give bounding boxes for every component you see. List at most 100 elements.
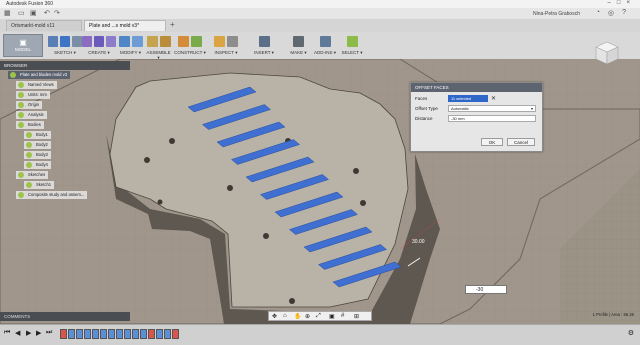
workspace-switcher[interactable]: ▣ MODEL (3, 34, 43, 57)
timeline-feature-icon[interactable] (108, 329, 115, 339)
ribbon-group-label[interactable]: SELECT ▾ (337, 50, 367, 56)
timeline-feature-icon[interactable] (76, 329, 83, 339)
ribbon-tool-icon[interactable] (48, 35, 58, 47)
visibility-icon[interactable] (18, 122, 24, 128)
ribbon-tool-icon[interactable] (319, 35, 331, 47)
visibility-icon[interactable] (18, 102, 24, 108)
browser-item[interactable]: Named Views (16, 81, 57, 89)
timeline-feature-icon[interactable] (148, 329, 155, 339)
browser-item[interactable]: Composite study and assem... (16, 191, 88, 199)
ribbon-tool-icon[interactable] (214, 35, 225, 47)
browser-header[interactable]: BROWSER (0, 61, 130, 70)
zoom-icon[interactable]: ⊕ (305, 313, 310, 320)
app-menu-icon[interactable]: ▦ (4, 9, 11, 17)
timeline-feature-icon[interactable] (132, 329, 139, 339)
ribbon-group-label[interactable]: CONSTRUCT ▾ (172, 50, 208, 56)
ribbon-tool-icon[interactable] (227, 35, 238, 47)
model-view[interactable] (0, 59, 640, 324)
browser-item[interactable]: Body2 (24, 141, 51, 149)
viewports-icon[interactable]: ⊞ (354, 313, 359, 320)
tab-plate-and-blades[interactable]: Plate and ...s mold v3* (84, 20, 166, 31)
visibility-icon[interactable] (10, 72, 16, 78)
browser-item[interactable]: Bodies (16, 121, 44, 129)
tab-ortsmarkt[interactable]: Ortsmarkt-mold v11 (6, 20, 82, 31)
ribbon-tool-icon[interactable] (191, 35, 202, 47)
undo-icon[interactable]: ↶ (44, 9, 50, 17)
timeline-feature-icon[interactable] (140, 329, 147, 339)
ribbon-group-create[interactable]: CREATE ▾ (82, 34, 116, 57)
ribbon-group-label[interactable]: SKETCH ▾ (48, 50, 82, 56)
timeline-feature-icon[interactable] (156, 329, 163, 339)
timeline-play-icon[interactable]: ▶ (26, 329, 31, 337)
visibility-icon[interactable] (26, 132, 32, 138)
ribbon-tool-icon[interactable] (118, 35, 130, 47)
ribbon-group-modify[interactable]: MODIFY ▾ (116, 34, 145, 57)
ribbon-group-label[interactable]: INSPECT ▾ (208, 50, 244, 56)
ribbon-group-label[interactable]: ADD-INS ▾ (313, 50, 337, 56)
visibility-icon[interactable] (18, 92, 24, 98)
ok-button[interactable]: OK (481, 138, 503, 146)
browser-item[interactable]: Body1 (24, 131, 51, 139)
ribbon-group-label[interactable]: INSERT ▾ (244, 50, 284, 56)
visibility-icon[interactable] (18, 172, 24, 178)
browser-item[interactable]: Analysis (16, 111, 47, 119)
timeline-feature-icon[interactable] (84, 329, 91, 339)
ribbon-group-label[interactable]: CREATE ▾ (82, 50, 116, 56)
file-icon[interactable]: ▭ (18, 9, 25, 17)
timeline-settings-icon[interactable]: ⚙ (628, 329, 634, 337)
ribbon-group-label[interactable]: MODIFY ▾ (116, 50, 145, 56)
notifications-icon[interactable]: ◎ (608, 9, 614, 17)
ribbon-group-assemble[interactable]: ASSEMBLE ▾ (145, 34, 172, 60)
viewcube[interactable] (594, 40, 620, 66)
help-icon[interactable]: ? (622, 9, 626, 16)
ribbon-tool-icon[interactable] (178, 35, 189, 47)
fit-icon[interactable]: ⤢ (316, 313, 321, 320)
grid-settings-icon[interactable]: # (341, 313, 344, 319)
offset-type-dropdown[interactable]: Automatic ▾ (448, 105, 536, 112)
clear-selection-icon[interactable]: ✕ (491, 95, 496, 102)
pan-icon[interactable]: ✋ (294, 313, 301, 320)
visibility-icon[interactable] (18, 82, 24, 88)
ribbon-tool-icon[interactable] (159, 35, 171, 47)
browser-item[interactable]: Units: mm (16, 91, 50, 99)
distance-manipulator-input[interactable]: -30 (465, 285, 507, 294)
new-tab-icon[interactable]: + (170, 20, 175, 29)
timeline-last-icon[interactable]: ⏭ (46, 329, 52, 337)
ribbon-tool-icon[interactable] (60, 35, 70, 47)
timeline-feature-icon[interactable] (68, 329, 75, 339)
cancel-button[interactable]: Cancel (507, 138, 535, 146)
job-status-icon[interactable]: ◔ (596, 9, 600, 16)
save-icon[interactable]: ▣ (30, 9, 37, 17)
ribbon-group-inspect[interactable]: INSPECT ▾ (208, 34, 244, 57)
timeline-next-icon[interactable]: ▶ (36, 329, 41, 337)
timeline-feature-icon[interactable] (60, 329, 67, 339)
ribbon-group-sketch[interactable]: SKETCH ▾ (48, 34, 82, 57)
visibility-icon[interactable] (26, 142, 32, 148)
display-settings-icon[interactable]: ▣ (329, 313, 335, 320)
timeline-prev-icon[interactable]: ◀ (15, 329, 20, 337)
ribbon-group-add-ins[interactable]: ADD-INS ▾ (313, 34, 337, 57)
browser-root[interactable]: Plate and blades mold v3 (8, 71, 71, 79)
timeline-feature-icon[interactable] (172, 329, 179, 339)
faces-selection[interactable]: 11 selected (448, 95, 488, 102)
distance-input[interactable]: -30 mm (448, 115, 536, 122)
ribbon-tool-icon[interactable] (131, 35, 143, 47)
browser-item[interactable]: Sketches (16, 171, 49, 179)
browser-item[interactable]: Body3 (24, 151, 51, 159)
redo-icon[interactable]: ↷ (54, 9, 60, 17)
ribbon-tool-icon[interactable] (94, 35, 104, 47)
timeline-feature-icon[interactable] (124, 329, 131, 339)
visibility-icon[interactable] (26, 182, 32, 188)
timeline-feature-icon[interactable] (92, 329, 99, 339)
ribbon-tool-icon[interactable] (106, 35, 116, 47)
ribbon-group-insert[interactable]: INSERT ▾ (244, 34, 284, 57)
timeline-feature-icon[interactable] (116, 329, 123, 339)
visibility-icon[interactable] (18, 112, 24, 118)
ribbon-tool-icon[interactable] (72, 35, 82, 47)
timeline-feature-icon[interactable] (164, 329, 171, 339)
3d-viewport[interactable] (0, 59, 640, 324)
timeline-feature-icon[interactable] (100, 329, 107, 339)
visibility-icon[interactable] (18, 192, 24, 198)
ribbon-tool-icon[interactable] (293, 35, 304, 47)
dialog-title[interactable]: OFFSET FACES (411, 83, 542, 92)
